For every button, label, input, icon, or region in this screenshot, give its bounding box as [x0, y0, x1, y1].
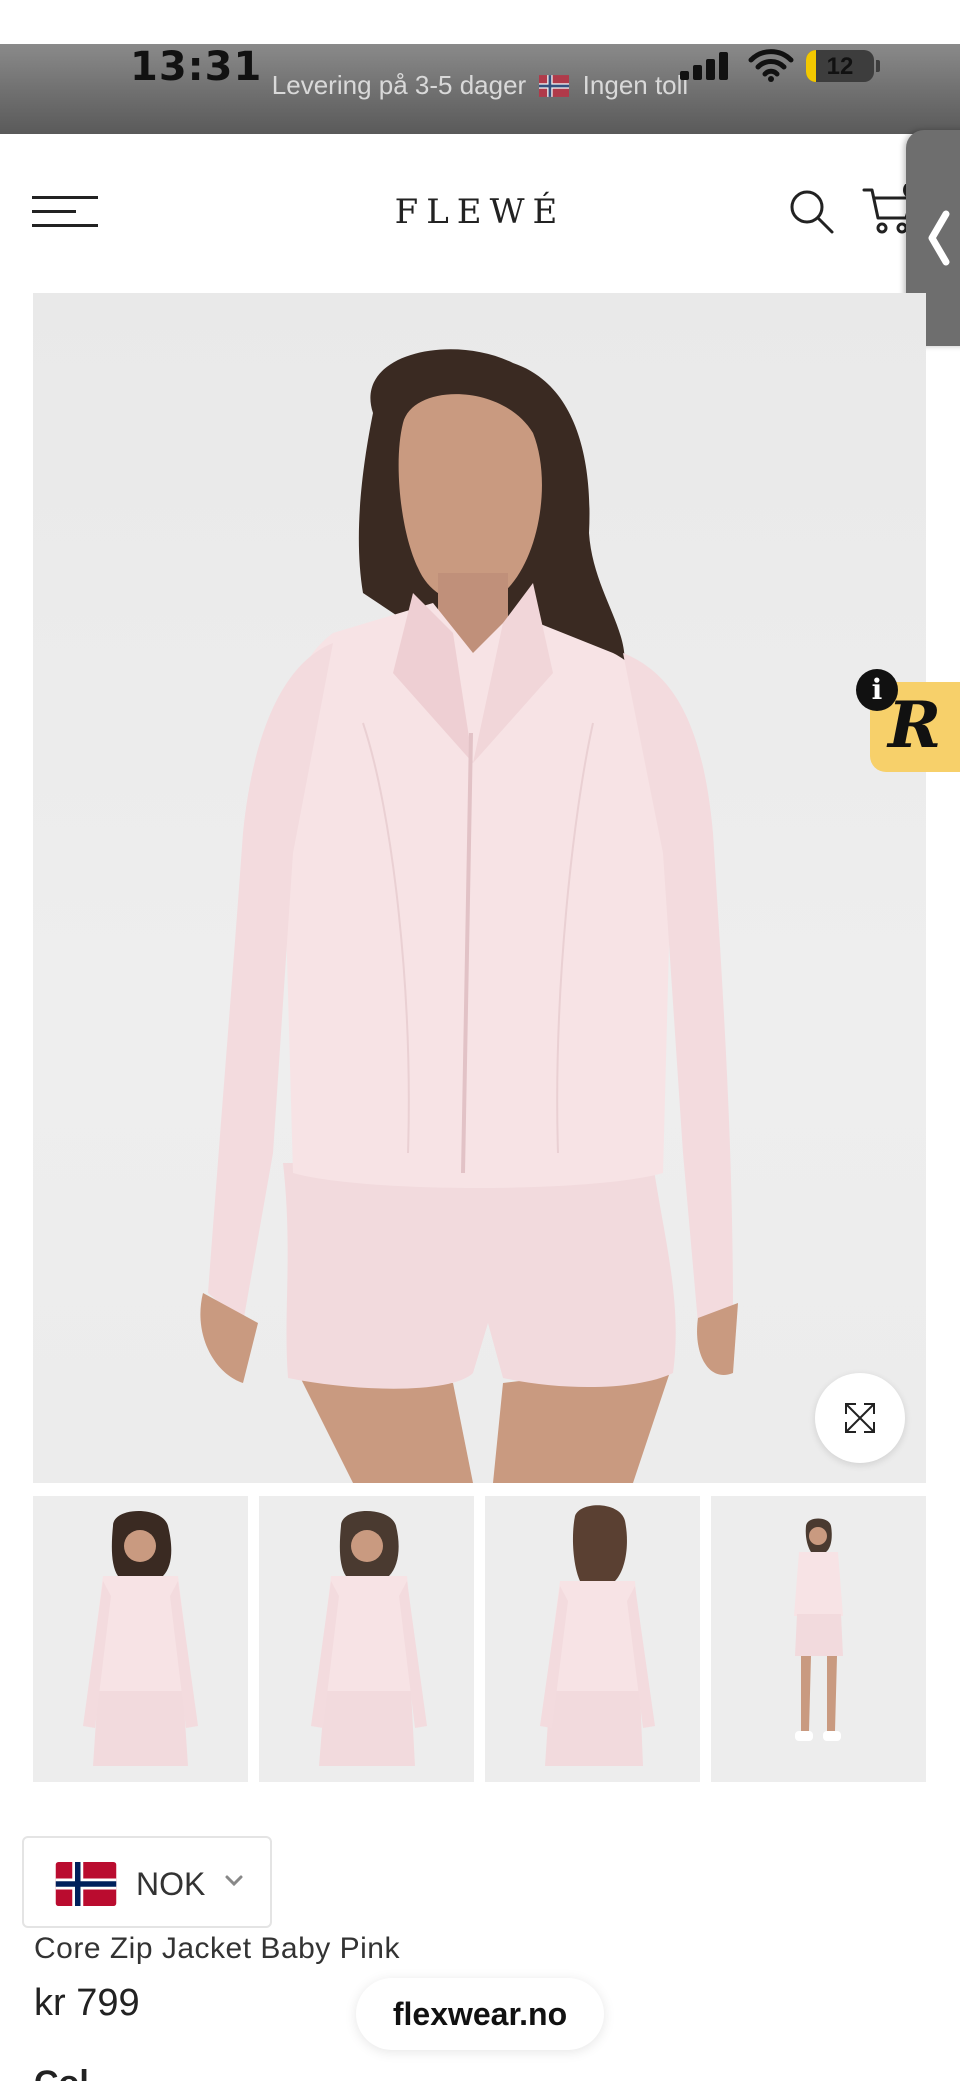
chevron-down-icon: [225, 1875, 243, 1887]
site-header: FLEWÉ: [0, 134, 960, 294]
thumbnail-1[interactable]: [33, 1496, 248, 1782]
expand-icon: [845, 1403, 875, 1433]
wifi-icon: [748, 49, 794, 82]
expand-image-button[interactable]: [815, 1373, 905, 1463]
norway-flag-icon: [55, 1862, 117, 1906]
thumbnail-strip: [33, 1496, 926, 1782]
status-bar: 13:31 Levering på 3-5 dager Ingen toll 1…: [0, 44, 960, 134]
battery-icon: 12: [806, 50, 874, 82]
product-title: Core Zip Jacket Baby Pink: [34, 1932, 400, 1965]
product-main-image[interactable]: [33, 293, 926, 1483]
norway-flag-icon: [539, 73, 570, 104]
thumbnail-photo: [259, 1496, 474, 1782]
info-icon[interactable]: i: [856, 669, 898, 711]
battery-tip: [876, 60, 880, 72]
thumbnail-photo: [711, 1496, 926, 1782]
product-page: 13:31 Levering på 3-5 dager Ingen toll 1…: [0, 0, 960, 2081]
thumbnail-photo: [485, 1496, 700, 1782]
announcement-text: Levering på 3-5 dager: [271, 70, 527, 100]
model-photo: [200, 349, 738, 1483]
product-price: kr 799: [34, 1982, 140, 2024]
battery-percent: 12: [826, 53, 854, 80]
search-icon[interactable]: [786, 186, 836, 236]
currency-code: NOK: [136, 1866, 206, 1902]
browser-url-pill[interactable]: flexwear.no: [356, 1978, 604, 2050]
color-section-label: Col: [34, 2064, 89, 2081]
chevron-left-icon: [928, 210, 950, 266]
reviews-logo: R: [888, 688, 942, 763]
currency-selector[interactable]: NOK: [22, 1836, 272, 1928]
thumbnail-photo: [33, 1496, 248, 1782]
thumbnail-4[interactable]: [711, 1496, 926, 1782]
thumbnail-3[interactable]: [485, 1496, 700, 1782]
thumbnail-2[interactable]: [259, 1496, 474, 1782]
cellular-signal-icon: [680, 52, 732, 80]
announcement-text-end: Ingen toll: [582, 70, 689, 100]
